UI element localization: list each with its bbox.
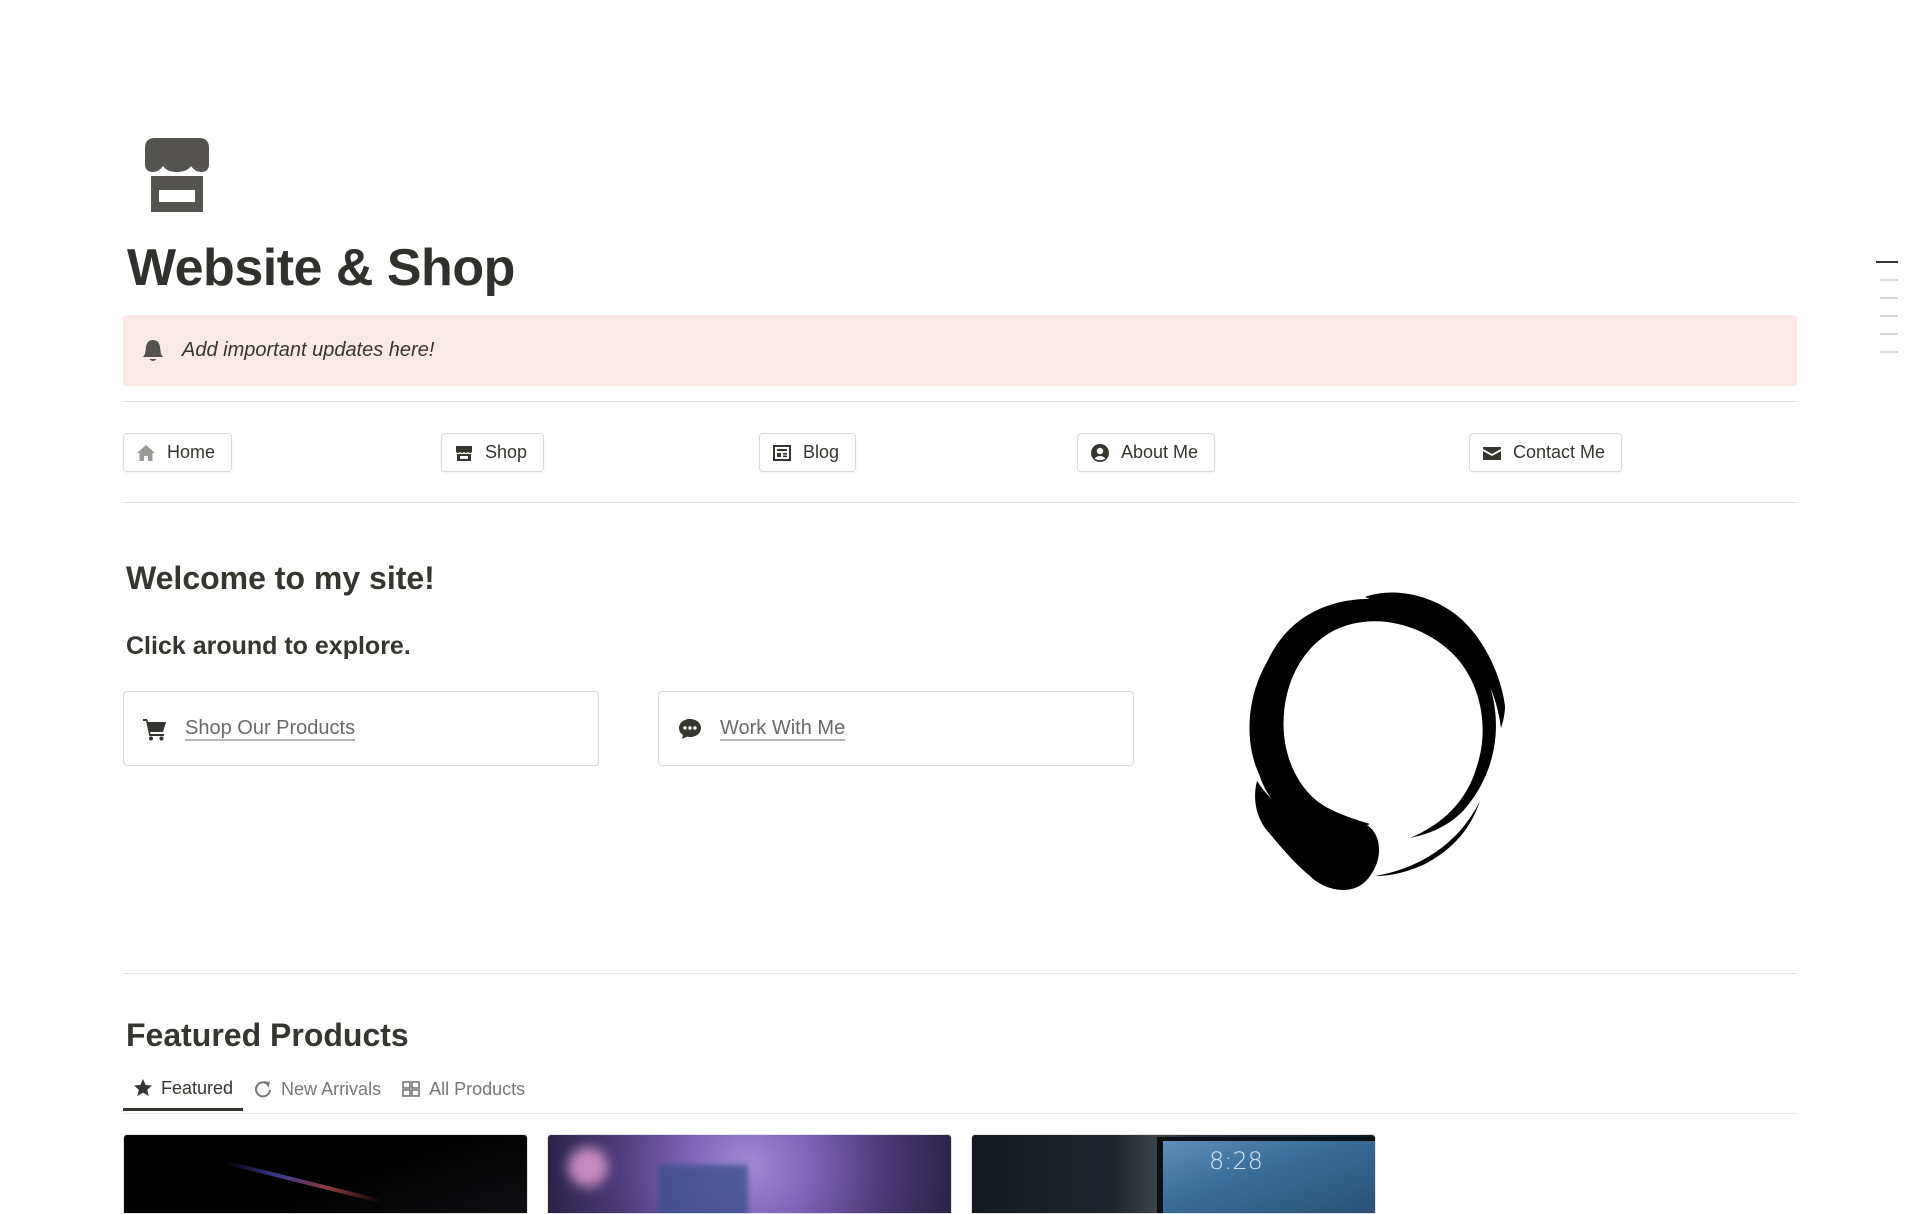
page-content: Website & Shop Add important updates her… (123, 0, 1797, 1214)
nav-blog-label: Blog (803, 442, 840, 462)
chat-bubble-icon (677, 716, 703, 742)
refresh-icon (253, 1079, 273, 1099)
table-of-contents-minimap[interactable] (1876, 261, 1898, 369)
toc-line[interactable] (1880, 315, 1898, 317)
tab-new-arrivals[interactable]: New Arrivals (243, 1068, 391, 1110)
tab-featured-label: Featured (161, 1077, 234, 1098)
work-with-me-link[interactable]: Work With Me (658, 691, 1134, 766)
toc-line[interactable] (1880, 351, 1898, 353)
home-icon (136, 443, 156, 463)
gallery-grid-icon (401, 1079, 421, 1099)
tablet-screen: 8:28 (1157, 1137, 1375, 1213)
toc-line[interactable] (1876, 261, 1898, 263)
divider (123, 502, 1797, 503)
storefront-icon (454, 443, 474, 463)
nav-home-label: Home (167, 442, 216, 462)
star-icon (133, 1078, 153, 1098)
tab-featured[interactable]: Featured (123, 1068, 244, 1111)
welcome-subheading: Click around to explore. (126, 632, 411, 660)
product-card-purple-device[interactable] (547, 1134, 952, 1214)
product-card-laptop[interactable] (123, 1134, 528, 1214)
product-card-tablet[interactable]: 8:28 (971, 1134, 1376, 1214)
divider (123, 401, 1797, 402)
product-view-tabs: Featured New Arrivals All Products (123, 1068, 535, 1112)
newspaper-icon (772, 443, 792, 463)
tabs-divider (123, 1113, 1797, 1114)
nav-about-button[interactable]: About Me (1077, 433, 1216, 472)
divider (123, 973, 1797, 974)
tab-all-products[interactable]: All Products (391, 1068, 535, 1110)
tab-new-arrivals-label: New Arrivals (281, 1078, 382, 1099)
envelope-icon (1482, 443, 1502, 463)
nav-shop-label: Shop (485, 442, 528, 462)
cart-icon (142, 716, 168, 742)
callout: Add important updates here! (123, 315, 1797, 386)
nav-contact-label: Contact Me (1513, 442, 1606, 462)
tab-all-products-label: All Products (429, 1078, 526, 1099)
toc-line[interactable] (1880, 333, 1898, 335)
tablet-time-text: 8:28 (1209, 1147, 1263, 1175)
callout-text: Add important updates here! (182, 339, 435, 361)
shop-products-link[interactable]: Shop Our Products (123, 691, 599, 766)
nav-home-button[interactable]: Home (123, 433, 233, 472)
storefront-icon[interactable] (137, 134, 217, 214)
toc-line[interactable] (1880, 279, 1898, 281)
user-circle-icon (1090, 443, 1110, 463)
page-title: Website & Shop (127, 239, 515, 297)
enso-circle-image (1205, 546, 1545, 891)
bell-icon (142, 339, 166, 363)
nav-blog-button[interactable]: Blog (759, 433, 857, 472)
nav-contact-button[interactable]: Contact Me (1469, 433, 1623, 472)
work-with-me-label: Work With Me (720, 717, 846, 739)
welcome-heading: Welcome to my site! (126, 560, 435, 596)
toc-line[interactable] (1880, 297, 1898, 299)
featured-products-heading: Featured Products (126, 1017, 409, 1053)
shop-products-label: Shop Our Products (185, 717, 356, 739)
nav-shop-button[interactable]: Shop (441, 433, 545, 472)
nav-about-label: About Me (1121, 442, 1199, 462)
